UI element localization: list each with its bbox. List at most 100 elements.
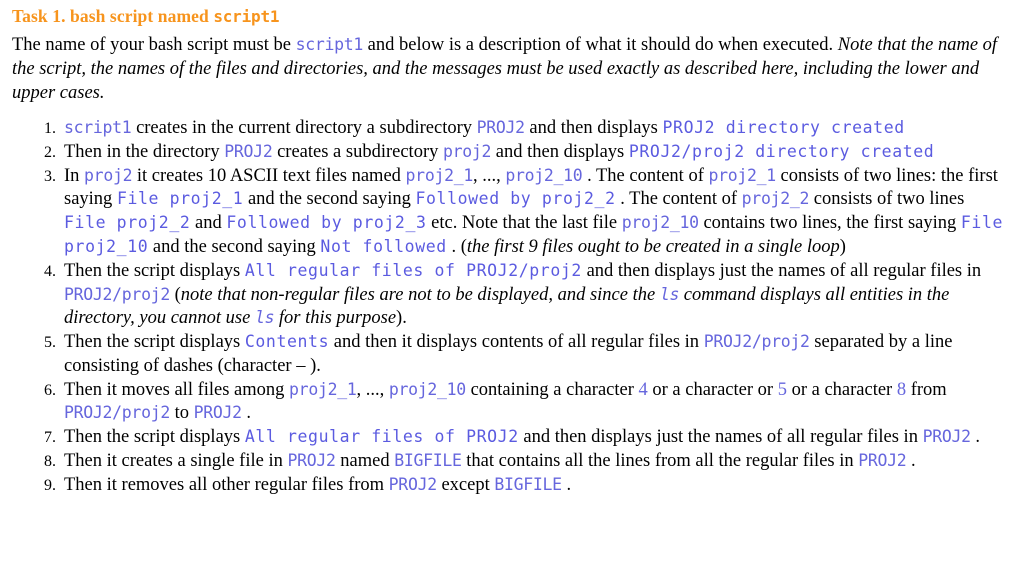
step-text: it creates 10 ASCII text files named — [132, 165, 406, 186]
step-text: . ( — [446, 236, 467, 257]
step-text: named — [335, 450, 395, 471]
step-text: that contains all the lines from all the… — [461, 450, 859, 471]
step-text: Then in the directory — [64, 141, 225, 162]
step-text: except — [436, 474, 495, 495]
step-code-span: proj2_1 — [708, 165, 776, 185]
step-code-span: proj2_10 — [621, 213, 699, 233]
step-italic-note: note that non-regular files are not to b… — [180, 284, 660, 305]
task-title-script-name: script1 — [213, 7, 280, 26]
step-text: . — [906, 450, 916, 471]
step-item: Then the script displays All regular fil… — [60, 426, 1010, 450]
step-text: Then it removes all other regular files … — [64, 474, 389, 495]
steps-list: script1 creates in the current directory… — [12, 117, 1010, 497]
step-number-span: 8 — [896, 379, 907, 400]
step-text: etc. Note that the last file — [426, 213, 622, 234]
step-number-span: 5 — [777, 379, 787, 400]
step-italic-note: for this purpose — [274, 308, 397, 329]
step-text: Then it creates a single file in — [64, 450, 288, 471]
step-message-span: Not followed — [320, 236, 447, 256]
step-text: , ..., — [472, 165, 506, 186]
step-text: and the second saying — [148, 236, 321, 257]
step-code-span: PROJ2 — [476, 118, 525, 138]
page-title: Task 1. bash script named script1 — [12, 6, 1010, 27]
step-code-span: proj2 — [84, 165, 133, 185]
step-message-span: Contents — [244, 332, 330, 352]
intro-script-code: script1 — [295, 35, 364, 54]
step-message-span: File proj2_1 — [116, 189, 244, 209]
step-text: ). — [310, 355, 321, 376]
step-code-span: proj2_1 — [405, 165, 474, 185]
step-message-span: PROJ2 directory created — [662, 118, 905, 138]
step-italic-note: the first 9 files ought to be created in… — [466, 236, 840, 257]
step-code-span: PROJ2 — [287, 450, 336, 470]
step-text: . The content of — [582, 165, 709, 186]
step-text: . — [561, 474, 572, 495]
step-text: Then the script displays — [64, 260, 245, 281]
step-code-span: BIGFILE — [494, 474, 562, 494]
step-message-span: Followed by proj2_3 — [226, 213, 427, 233]
step-code-span: proj2_1 — [289, 379, 357, 399]
step-text: In — [64, 165, 85, 186]
step-text: ) — [839, 236, 846, 257]
intro-segment-1: The name of your bash script must be — [12, 35, 296, 55]
step-item: Then in the directory PROJ2 creates a su… — [60, 141, 1010, 165]
step-text: to — [169, 403, 194, 424]
step-text: . The content of — [615, 189, 742, 210]
intro-segment-2: and below is a description of what it sh… — [363, 35, 838, 55]
step-item: script1 creates in the current directory… — [60, 117, 1010, 141]
step-text: – — [296, 355, 311, 376]
step-code-span: PROJ2 — [922, 427, 971, 447]
step-text: ). — [396, 308, 407, 329]
step-code-span: script1 — [64, 118, 132, 138]
step-text: creates in the current directory a subdi… — [131, 118, 477, 139]
task-title-prefix: Task 1. bash script named — [12, 6, 214, 26]
step-text: . — [970, 427, 980, 448]
step-text: and then it displays contents of all reg… — [329, 332, 704, 353]
step-text: or a character or — [647, 379, 778, 400]
step-code-span: proj2_10 — [388, 379, 466, 399]
intro-paragraph: The name of your bash script must be scr… — [12, 33, 1010, 105]
step-message-span: File proj2_2 — [64, 213, 191, 233]
step-code-span: BIGFILE — [394, 450, 462, 470]
step-code-span: PROJ2/proj2 — [703, 332, 810, 352]
step-text: and then displays — [491, 141, 629, 162]
step-italic-code-span: ls — [254, 308, 275, 328]
step-code-span: proj2 — [442, 141, 492, 161]
step-text: containing a character — [465, 379, 639, 400]
step-text: creates a subdirectory — [272, 141, 443, 162]
step-text: and then displays just the names of all … — [518, 427, 923, 448]
step-code-span: PROJ2/proj2 — [64, 284, 170, 304]
step-text: Then the script displays — [64, 332, 245, 353]
step-text: Then the script displays — [64, 427, 245, 448]
step-item: In proj2 it creates 10 ASCII text files … — [60, 165, 1010, 260]
step-text: or a character — [786, 379, 897, 400]
step-message-span: Followed by proj2_2 — [415, 189, 616, 209]
step-text: and — [190, 213, 227, 234]
step-text: consists of two lines — [809, 189, 965, 210]
step-code-span: proj2_10 — [505, 165, 583, 185]
step-message-span: All regular files of PROJ2/proj2 — [244, 260, 582, 280]
step-code-span: PROJ2 — [224, 141, 273, 161]
step-code-span: PROJ2 — [388, 474, 437, 494]
step-code-span: proj2_2 — [741, 189, 810, 209]
step-text: from — [906, 379, 947, 400]
step-text: and then displays — [524, 118, 663, 139]
step-item: Then it removes all other regular files … — [60, 474, 1010, 498]
step-item: Then the script displays Contents and th… — [60, 331, 1010, 379]
step-text: Then it moves all files among — [64, 379, 290, 400]
step-code-span: PROJ2 — [858, 450, 907, 470]
step-text: , ..., — [356, 379, 389, 400]
step-text: ( — [169, 284, 181, 305]
step-message-span: PROJ2/proj2 directory created — [628, 141, 935, 161]
step-number-span: 4 — [638, 379, 648, 400]
step-text: contains two lines, the first saying — [698, 213, 961, 234]
step-message-span: All regular files of PROJ2 — [244, 427, 519, 447]
step-text: . — [241, 403, 252, 424]
document-page: Task 1. bash script named script1 The na… — [0, 0, 1024, 574]
step-item: Then it moves all files among proj2_1, .… — [60, 379, 1010, 427]
step-italic-code-span: ls — [659, 284, 680, 304]
step-text: and the second saying — [243, 189, 416, 210]
step-item: Then the script displays All regular fil… — [60, 260, 1010, 331]
step-code-span: PROJ2/proj2 — [64, 403, 170, 423]
step-text: and then displays just the names of all … — [581, 260, 982, 281]
